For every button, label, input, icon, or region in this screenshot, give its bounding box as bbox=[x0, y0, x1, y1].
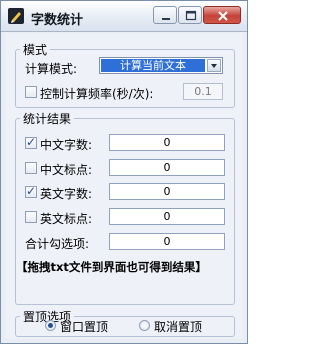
drag-hint: 【拖拽txt文件到界面也可得到结果】 bbox=[16, 260, 207, 274]
freq-input[interactable]: 0.1 bbox=[183, 83, 223, 100]
dropdown-button[interactable] bbox=[207, 59, 221, 72]
total-value[interactable]: 0 bbox=[109, 233, 225, 250]
check-icon: ✓ bbox=[26, 135, 37, 149]
minimize-button[interactable] bbox=[153, 6, 177, 24]
unpin-radio[interactable] bbox=[139, 320, 150, 331]
control-freq-checkbox[interactable] bbox=[25, 86, 37, 98]
check-icon: ✓ bbox=[26, 184, 37, 198]
english-punct-value[interactable]: 0 bbox=[109, 208, 225, 225]
chinese-chars-value[interactable]: 0 bbox=[109, 134, 225, 151]
title-bar[interactable]: 字数统计 bbox=[1, 1, 247, 32]
control-freq-label: 控制计算频率(秒/次): bbox=[40, 87, 154, 101]
chinese-punct-label: 中文标点: bbox=[40, 163, 93, 177]
english-words-checkbox[interactable]: ✓ bbox=[25, 184, 37, 198]
pin-on-top-radio[interactable] bbox=[45, 320, 56, 331]
english-words-value[interactable]: 0 bbox=[109, 183, 225, 200]
calc-mode-value: 计算当前文本 bbox=[101, 59, 205, 72]
client-area: 模式 计算模式: 计算当前文本 控制计算频率(秒/次): 0.1 统计结果 ✓ … bbox=[5, 33, 243, 339]
english-punct-label: 英文标点: bbox=[40, 212, 93, 226]
chevron-down-icon bbox=[211, 64, 217, 68]
minimize-icon bbox=[162, 18, 170, 20]
pin-on-top-label[interactable]: 窗口置顶 bbox=[60, 318, 108, 335]
calc-mode-label: 计算模式: bbox=[25, 62, 78, 76]
calc-mode-select[interactable]: 计算当前文本 bbox=[99, 57, 223, 74]
maximize-icon bbox=[185, 10, 197, 21]
chinese-punct-checkbox[interactable] bbox=[25, 162, 37, 174]
mode-group-legend: 模式 bbox=[23, 43, 48, 57]
total-label: 合计勾选项: bbox=[25, 237, 90, 251]
stats-group-legend: 统计结果 bbox=[23, 112, 72, 126]
window-title: 字数统计 bbox=[31, 13, 84, 28]
close-icon bbox=[218, 11, 228, 21]
chinese-punct-value[interactable]: 0 bbox=[109, 159, 225, 176]
close-button[interactable] bbox=[203, 6, 241, 24]
chinese-chars-checkbox[interactable]: ✓ bbox=[25, 135, 37, 149]
app-window: 字数统计 模式 计算模式: 计算当前文本 控制计算频率(秒/次): 0.1 统计… bbox=[0, 0, 248, 344]
maximize-button[interactable] bbox=[178, 6, 202, 24]
english-words-label: 英文字数: bbox=[40, 187, 93, 201]
unpin-label[interactable]: 取消置顶 bbox=[154, 318, 202, 335]
radio-dot-icon bbox=[48, 323, 53, 328]
chinese-chars-label: 中文字数: bbox=[40, 138, 93, 152]
pen-icon bbox=[8, 8, 24, 24]
english-punct-checkbox[interactable] bbox=[25, 211, 37, 223]
